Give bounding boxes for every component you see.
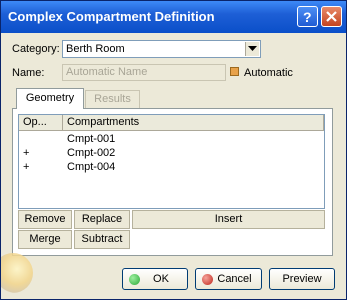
chevron-down-icon <box>248 46 257 51</box>
category-value: Berth Room <box>66 43 125 55</box>
category-dropdown-button[interactable] <box>245 42 259 56</box>
svg-text:?: ? <box>303 9 312 25</box>
column-header-compartments[interactable]: Compartments <box>63 115 324 131</box>
cancel-icon <box>202 274 213 285</box>
row-compartment: Cmpt-002 <box>67 147 116 159</box>
help-button[interactable]: ? <box>297 6 318 27</box>
name-field: Automatic Name <box>62 64 226 81</box>
automatic-label: Automatic <box>244 67 293 79</box>
list-row[interactable]: + Cmpt-002 <box>19 146 324 160</box>
list-row[interactable]: Cmpt-001 <box>19 132 324 146</box>
row-operation: + <box>23 161 30 173</box>
ok-icon <box>129 274 140 285</box>
category-label: Category: <box>12 43 60 55</box>
automatic-checkbox[interactable] <box>230 67 239 76</box>
ok-label: OK <box>153 273 169 285</box>
column-header-operation[interactable]: Op... <box>19 115 63 131</box>
tab-geometry[interactable]: Geometry <box>16 88 84 109</box>
row-compartment: Cmpt-001 <box>67 133 116 145</box>
category-select[interactable]: Berth Room <box>62 40 261 58</box>
help-icon: ? <box>303 9 312 25</box>
ok-button[interactable]: OK <box>122 268 188 290</box>
merge-button[interactable]: Merge <box>18 230 72 249</box>
insert-button[interactable]: Insert <box>132 210 325 229</box>
row-compartment: Cmpt-004 <box>67 161 116 173</box>
preview-button[interactable]: Preview <box>269 268 335 290</box>
tab-results: Results <box>85 90 140 109</box>
close-icon <box>326 11 337 22</box>
dialog-window: Complex Compartment Definition ? Categor… <box>0 0 347 300</box>
name-label: Name: <box>12 67 45 79</box>
window-title: Complex Compartment Definition <box>8 9 215 24</box>
remove-button[interactable]: Remove <box>18 210 72 229</box>
compartments-list[interactable]: Op... Compartments Cmpt-001 + Cmpt-002 +… <box>18 114 325 209</box>
list-row[interactable]: + Cmpt-004 <box>19 160 324 174</box>
cancel-button[interactable]: Cancel <box>195 268 262 290</box>
logo-globe <box>1 253 33 293</box>
replace-button[interactable]: Replace <box>74 210 130 229</box>
close-button[interactable] <box>321 6 342 27</box>
title-bar[interactable]: Complex Compartment Definition ? <box>1 1 346 33</box>
row-operation: + <box>23 147 30 159</box>
subtract-button[interactable]: Subtract <box>74 230 130 249</box>
